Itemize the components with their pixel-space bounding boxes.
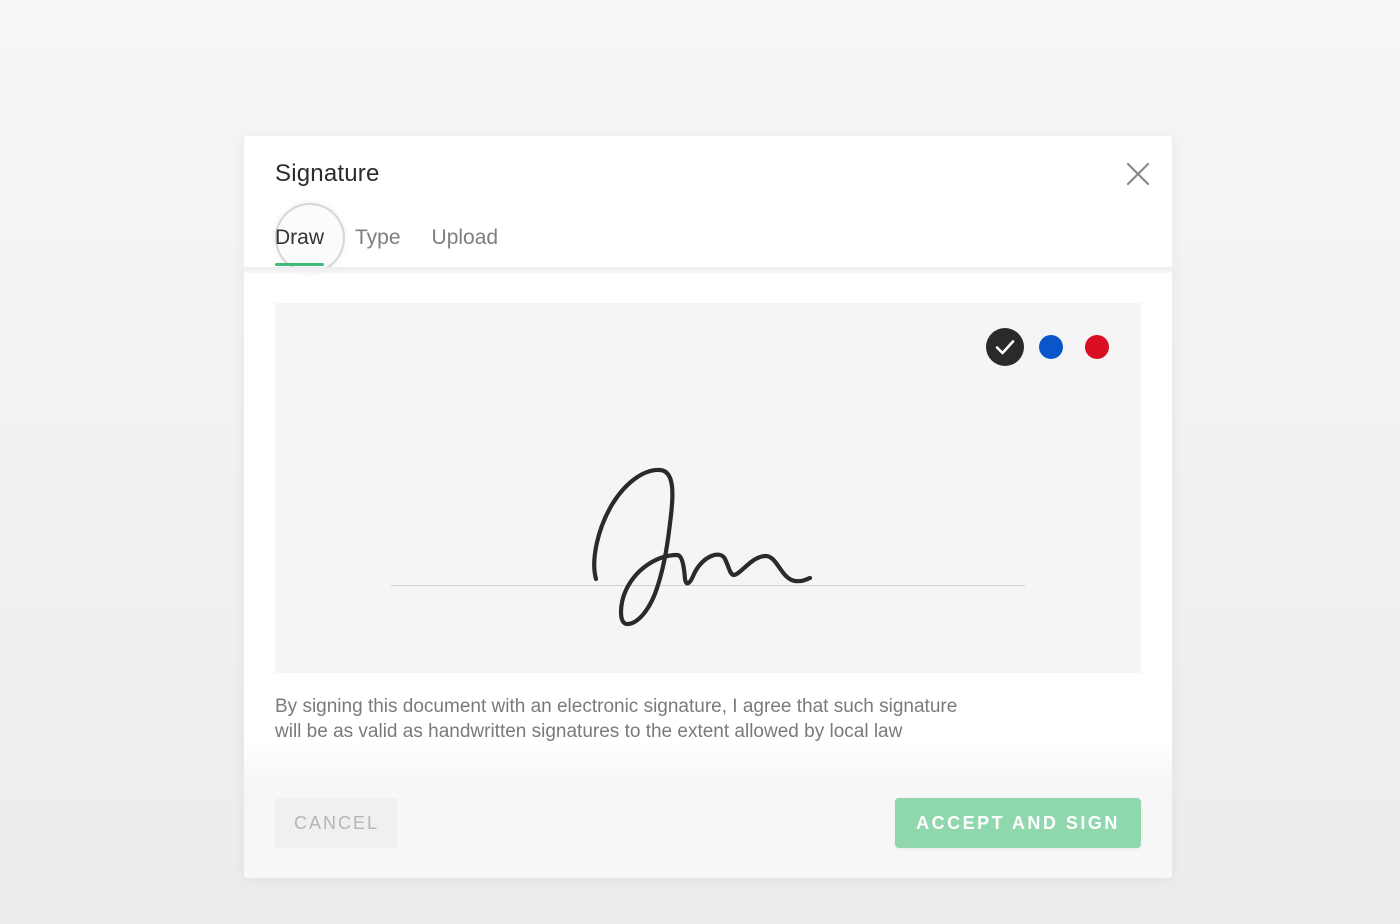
close-icon	[1126, 162, 1150, 186]
signature-tabs: Draw Type Upload	[275, 226, 529, 270]
tab-divider	[244, 267, 1172, 273]
close-button[interactable]	[1122, 158, 1154, 190]
consent-text: By signing this document with an electro…	[275, 694, 1075, 744]
signature-dialog: Signature Draw Type Upload By signing th…	[244, 136, 1172, 878]
tab-draw[interactable]: Draw	[275, 226, 325, 266]
tab-type[interactable]: Type	[355, 226, 401, 266]
cancel-button[interactable]: CANCEL	[275, 798, 398, 848]
dialog-title: Signature	[275, 160, 380, 187]
drawn-signature	[592, 467, 813, 627]
accept-and-sign-button[interactable]: ACCEPT AND SIGN	[895, 798, 1141, 848]
signature-drawing-pad[interactable]	[275, 303, 1141, 673]
consent-line-1: By signing this document with an electro…	[275, 696, 958, 717]
tab-upload[interactable]: Upload	[432, 226, 499, 266]
